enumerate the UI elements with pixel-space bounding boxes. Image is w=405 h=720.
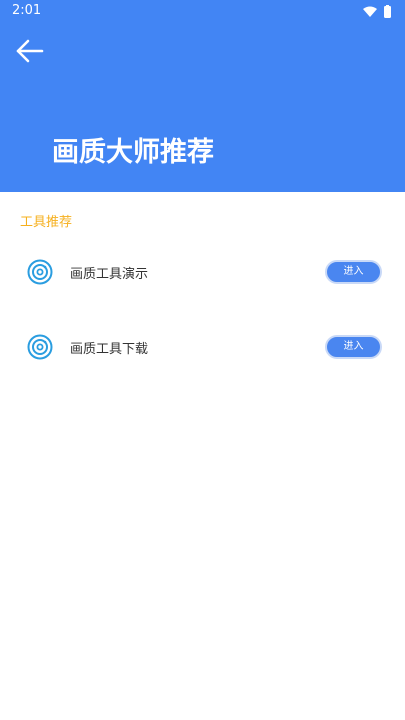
- tool-row-demo[interactable]: 画质工具演示 进入: [0, 252, 405, 292]
- back-button[interactable]: [14, 36, 46, 68]
- arrow-left-icon: [16, 39, 44, 63]
- page-title: 画质大师推荐: [52, 137, 214, 168]
- wifi-battery-icon: [363, 5, 391, 18]
- status-icons: [361, 4, 395, 18]
- enter-button-download[interactable]: 进入: [325, 335, 382, 359]
- target-icon: [27, 259, 53, 285]
- enter-button-demo[interactable]: 进入: [325, 260, 382, 284]
- header: 2:01 画质大师推荐: [0, 0, 405, 192]
- tool-row-download[interactable]: 画质工具下载 进入: [0, 327, 405, 367]
- status-time: 2:01: [12, 3, 42, 18]
- section-title: 工具推荐: [20, 215, 73, 230]
- tool-label-download: 画质工具下载: [70, 342, 149, 357]
- target-icon: [27, 334, 53, 360]
- tool-label-demo: 画质工具演示: [70, 267, 149, 282]
- status-bar: 2:01: [0, 0, 405, 22]
